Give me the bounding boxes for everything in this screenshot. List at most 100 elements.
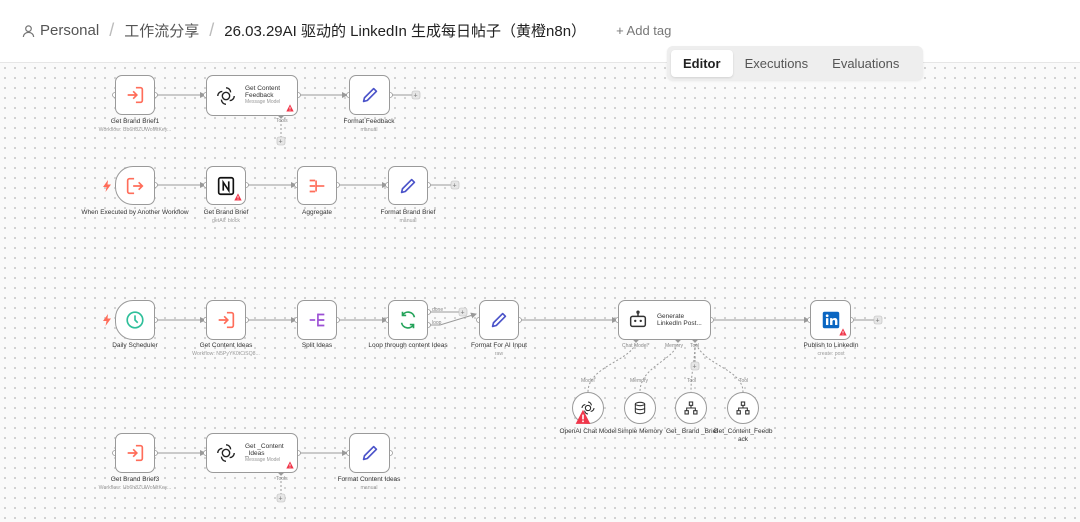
node-label: Format Content Ideas	[337, 476, 401, 483]
pen-icon	[359, 84, 381, 106]
pen-icon	[359, 442, 381, 464]
execute-workflow-icon	[124, 84, 146, 106]
database-icon	[634, 401, 646, 415]
tool-workflow-icon	[736, 401, 750, 415]
trigger-bolt-icon	[103, 314, 111, 326]
pen-icon	[488, 309, 510, 331]
breadcrumb-folder[interactable]: 工作流分享	[124, 20, 199, 41]
node-get-brand-brief1[interactable]	[115, 75, 155, 115]
warning-icon	[575, 409, 591, 424]
warning-icon	[234, 193, 242, 201]
node-label: Format Brand Brief	[380, 209, 436, 216]
node-subtitle: create: post	[817, 351, 845, 357]
breadcrumb-personal[interactable]: Personal	[40, 22, 99, 39]
node-generate-post[interactable]: Generate LinkedIn Post...	[618, 300, 711, 340]
port-label-memory: Memory	[665, 343, 684, 349]
clock-icon	[124, 309, 146, 331]
svg-text:+: +	[279, 496, 283, 503]
port-label-tool: Tool	[687, 378, 697, 384]
robot-icon	[627, 309, 649, 331]
breadcrumb-separator: /	[209, 20, 215, 40]
svg-text:+: +	[693, 364, 697, 371]
node-subtitle: manual	[360, 127, 378, 133]
svg-text:+: +	[461, 310, 465, 317]
execute-workflow-icon	[124, 442, 146, 464]
node-aggregate[interactable]	[297, 166, 337, 205]
warning-icon	[286, 461, 294, 469]
node-tool-content-feedback[interactable]	[727, 392, 759, 424]
node-subtitle: Message Model	[245, 456, 281, 463]
node-label: Generate LinkedIn Post...	[657, 312, 702, 327]
workflow-title[interactable]: 26.03.29AI 驱动的 LinkedIn 生成每日帖子（黄橙n8n）	[224, 20, 586, 41]
breadcrumb-separator: /	[109, 20, 115, 40]
node-tool-brand-brief[interactable]	[675, 392, 707, 424]
port-label-chat-model: Chat Model*	[622, 343, 650, 349]
node-label: Format For AI Input	[471, 342, 527, 349]
node-get-brand-brief3[interactable]	[115, 433, 155, 473]
user-icon	[22, 24, 35, 37]
node-subtitle: Workflow: Ub6h8ZUWoMtKey...	[98, 127, 172, 133]
node-format-feedback[interactable]	[349, 75, 390, 115]
warning-icon	[286, 104, 294, 112]
tab-editor[interactable]: Editor	[671, 49, 733, 77]
output-label-done: done	[432, 307, 444, 313]
node-get-content-ideas[interactable]	[206, 300, 246, 340]
add-tag-button[interactable]: + Add tag	[616, 23, 671, 38]
node-get-brand-brief[interactable]	[206, 166, 246, 205]
node-label: Get Content Feedback	[245, 85, 281, 100]
loop-icon	[397, 309, 419, 331]
node-label: Publish to LinkedIn	[803, 342, 859, 349]
node-format-ai-input[interactable]	[479, 300, 519, 340]
node-label: Split Ideas	[301, 342, 333, 349]
node-subtitle: getAll: block	[212, 218, 240, 224]
openai-icon	[215, 442, 237, 464]
svg-text:+: +	[453, 183, 457, 190]
aggregate-icon	[306, 175, 328, 197]
node-publish-linkedin[interactable]	[810, 300, 851, 340]
svg-text:+: +	[279, 139, 283, 146]
execute-workflow-icon	[215, 309, 237, 331]
node-split-ideas[interactable]	[297, 300, 337, 340]
node-label: Simple Memory	[617, 428, 663, 435]
svg-text:+: +	[414, 93, 418, 100]
node-subtitle: Workflow: N5PyYK0tCiSQ8...	[192, 351, 260, 357]
trigger-bolt-icon	[103, 179, 111, 192]
node-subtitle: manual	[399, 218, 417, 224]
node-subtitle: Workflow: Ub6h8ZUWoMtKey...	[98, 485, 172, 491]
view-tabs: Editor Executions Evaluations	[667, 46, 923, 80]
output-label-loop: loop	[432, 320, 442, 326]
node-openai-chat-model[interactable]	[572, 392, 604, 424]
warning-icon	[839, 328, 847, 336]
node-loop-ideas[interactable]	[388, 300, 428, 340]
port-label-tool: Tool	[690, 343, 700, 349]
port-label-memory: Memory	[630, 378, 649, 384]
node-label: Loop through content Ideas	[368, 342, 448, 349]
node-when-executed[interactable]	[103, 166, 155, 205]
workflow-trigger-icon	[124, 175, 146, 197]
tab-executions[interactable]: Executions	[733, 50, 821, 77]
tab-evaluations[interactable]: Evaluations	[820, 50, 911, 77]
node-label: Format Feedback	[343, 118, 395, 125]
port-label-tool: Tool	[739, 378, 749, 384]
node-subtitle: manual	[360, 485, 378, 491]
node-label: Get Brand Brief1	[110, 118, 160, 125]
port-label-tools: Tools	[276, 476, 288, 482]
node-daily-scheduler[interactable]	[103, 300, 155, 340]
port-label-model: Model	[581, 378, 595, 384]
node-get-content-ideas-model[interactable]: Get _Content _Ideas Message Model	[206, 433, 298, 473]
node-simple-memory[interactable]	[624, 392, 656, 424]
split-icon	[306, 309, 328, 331]
tool-workflow-icon	[684, 401, 698, 415]
node-label: Get _Content _Ideas	[245, 442, 284, 457]
node-format-content-ideas[interactable]	[349, 433, 390, 473]
openai-icon	[215, 85, 237, 107]
node-label: Get_Content_Feedback	[713, 428, 773, 443]
pen-icon	[397, 175, 419, 197]
node-label: Get Brand Brief3	[110, 476, 160, 483]
node-subtitle: raw	[494, 351, 504, 357]
breadcrumb: Personal / 工作流分享 / 26.03.29AI 驱动的 Linked…	[22, 20, 671, 41]
svg-text:+: +	[876, 318, 880, 325]
node-get-content-feedback[interactable]: Get Content Feedback Message Model	[206, 75, 298, 116]
port-label-tools: Tools	[276, 118, 288, 124]
node-format-brand-brief[interactable]	[388, 166, 428, 205]
